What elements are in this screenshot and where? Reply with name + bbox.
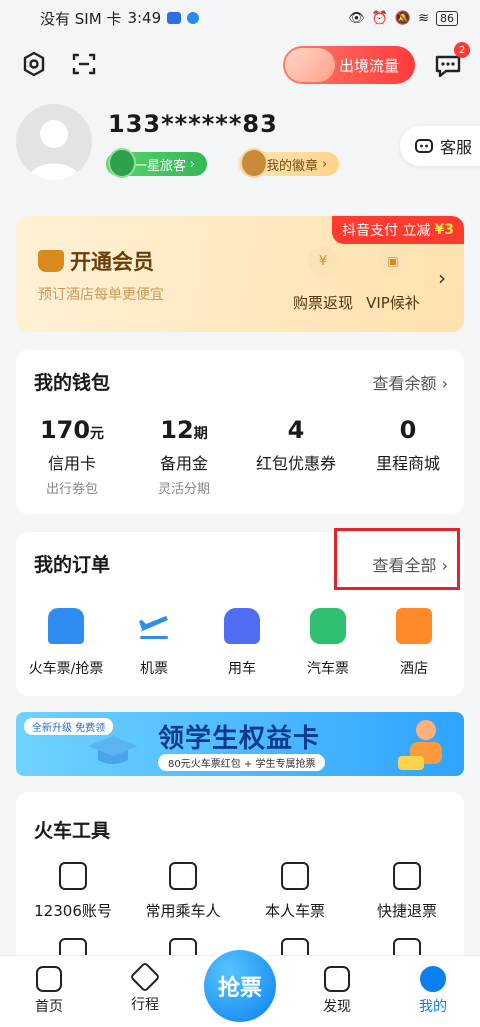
tool-12306-account[interactable]: 12306账号 (18, 862, 128, 921)
eye-icon: 👁 (348, 10, 365, 26)
discover-icon (324, 966, 350, 992)
order-train-tickets[interactable]: 火车票/抢票 (18, 608, 114, 678)
medal-icon (240, 148, 268, 178)
outbound-data-button[interactable]: 出境流量 (283, 46, 415, 84)
member-level-tag[interactable]: 一星旅客 › (106, 148, 208, 178)
grab-ticket-button[interactable]: 抢票 (204, 950, 276, 1022)
wallet-reserve-fund[interactable]: 12期 备用金 灵活分期 (128, 416, 240, 497)
tool-my-tickets[interactable]: 本人车票 (240, 862, 350, 921)
paper-plane-icon (129, 961, 161, 993)
settings-icon[interactable] (18, 48, 50, 80)
chevron-right-icon: › (190, 156, 196, 172)
vip-waitlist-label: VIP候补 (366, 294, 420, 312)
tool-quick-refund[interactable]: 快捷退票 (352, 862, 462, 921)
mine-mascot-icon (420, 966, 446, 992)
time-text: 3:49 (127, 9, 162, 27)
wallet-coupons[interactable]: 4 红包优惠券 (240, 416, 352, 474)
home-icon (36, 966, 62, 992)
passenger-icon (169, 862, 197, 890)
hotel-icon (396, 608, 432, 644)
alarm-icon: ⏰ (371, 10, 388, 26)
tab-trip[interactable]: 行程 (110, 961, 180, 1014)
promo-tag[interactable]: 抖音支付 立减 ¥3 (332, 216, 464, 244)
vip-crown-icon (38, 250, 64, 272)
ticket-icon (281, 862, 309, 890)
app-notification-icon (167, 12, 182, 24)
plane-icon (136, 608, 172, 644)
service-robot-icon (415, 139, 433, 153)
car-icon (224, 608, 260, 644)
message-icon[interactable]: 2 (432, 42, 470, 82)
train-icon (48, 608, 84, 644)
tab-mine[interactable]: 我的 (398, 966, 468, 1016)
order-car[interactable]: 用车 (194, 608, 290, 678)
vip-membership-card[interactable]: 抖音支付 立减 ¥3 开通会员 预订酒店每单更便宜 ¥ 购票返现 ▣ VIP候补… (16, 216, 464, 332)
scan-icon[interactable] (68, 48, 100, 80)
cashback-icon: ¥ (308, 246, 338, 276)
customer-service-button[interactable]: 客服 (400, 126, 480, 166)
outbound-data-thumbnail (285, 48, 335, 82)
student-illustration (398, 720, 442, 770)
banner-title: 领学生权益卡 (158, 724, 321, 754)
sync-icon (187, 12, 200, 24)
my-badges-label: 我的徽章 (266, 158, 319, 174)
outbound-data-label: 出境流量 (338, 56, 399, 75)
wallet-mileage-mall[interactable]: 0 里程商城 (352, 416, 464, 474)
wallet-credit-card[interactable]: 170元 信用卡 出行券包 (16, 416, 128, 497)
status-bar: 没有 SIM 卡 3:49 👁 ⏰ 🔕 ≋ 86 (0, 0, 480, 36)
user-phone: 133******83 (108, 110, 278, 138)
grab-ticket-label: 抢票 (217, 976, 262, 1001)
profile-section: 133******83 一星旅客 › 我的徽章 › 客服 (16, 104, 480, 184)
bus-icon (310, 608, 346, 644)
chevron-right-icon: › (322, 156, 328, 172)
wifi-icon: ≋ (418, 10, 429, 26)
account-icon (59, 862, 87, 890)
order-bus[interactable]: 汽车票 (280, 608, 376, 678)
refund-ticket-icon (393, 862, 421, 890)
wallet-title: 我的钱包 (34, 372, 111, 394)
member-level-label: 一星旅客 (134, 158, 187, 174)
tool-frequent-passengers[interactable]: 常用乘车人 (128, 862, 238, 921)
vip-waitlist-feature[interactable]: ▣ VIP候补 (348, 246, 438, 313)
student-card-banner[interactable]: 全新升级 免费领 领学生权益卡 80元火车票红包 + 学生专属抢票 (16, 712, 464, 776)
orders-title: 我的订单 (34, 554, 111, 576)
ticket-icon: ▣ (378, 246, 408, 276)
level-badge-icon (108, 148, 136, 178)
graduation-cap-icon (88, 736, 138, 764)
customer-service-label: 客服 (440, 138, 473, 157)
banner-tag: 全新升级 免费领 (24, 718, 114, 735)
banner-subtitle: 80元火车票红包 + 学生专属抢票 (158, 754, 326, 771)
train-tools-title: 火车工具 (34, 820, 111, 842)
wallet-card: 我的钱包 查看余额 › 170元 信用卡 出行券包 12期 备用金 灵活分期 4… (16, 350, 464, 514)
vip-subtitle: 预订酒店每单更便宜 (38, 287, 164, 303)
carrier-text: 没有 SIM 卡 (40, 9, 122, 28)
tab-discover[interactable]: 发现 (302, 966, 372, 1016)
top-action-bar: 出境流量 2 (0, 42, 480, 88)
battery-icon: 86 (436, 10, 458, 26)
highlight-box (334, 528, 460, 590)
tab-home[interactable]: 首页 (14, 966, 84, 1016)
promo-amount: ¥3 (434, 222, 454, 238)
view-balance-link[interactable]: 查看余额 › (373, 370, 449, 394)
cashback-label: 购票返现 (292, 294, 353, 312)
order-hotel[interactable]: 酒店 (366, 608, 462, 678)
order-flights[interactable]: 机票 (106, 608, 202, 678)
avatar[interactable] (16, 104, 92, 180)
mute-icon: 🔕 (394, 10, 412, 26)
my-badges-tag[interactable]: 我的徽章 › (238, 148, 340, 178)
chevron-right-icon[interactable]: › (438, 266, 446, 290)
message-count-badge: 2 (454, 42, 470, 58)
promo-text: 抖音支付 立减 (342, 223, 431, 239)
vip-title: 开通会员 (70, 250, 154, 274)
